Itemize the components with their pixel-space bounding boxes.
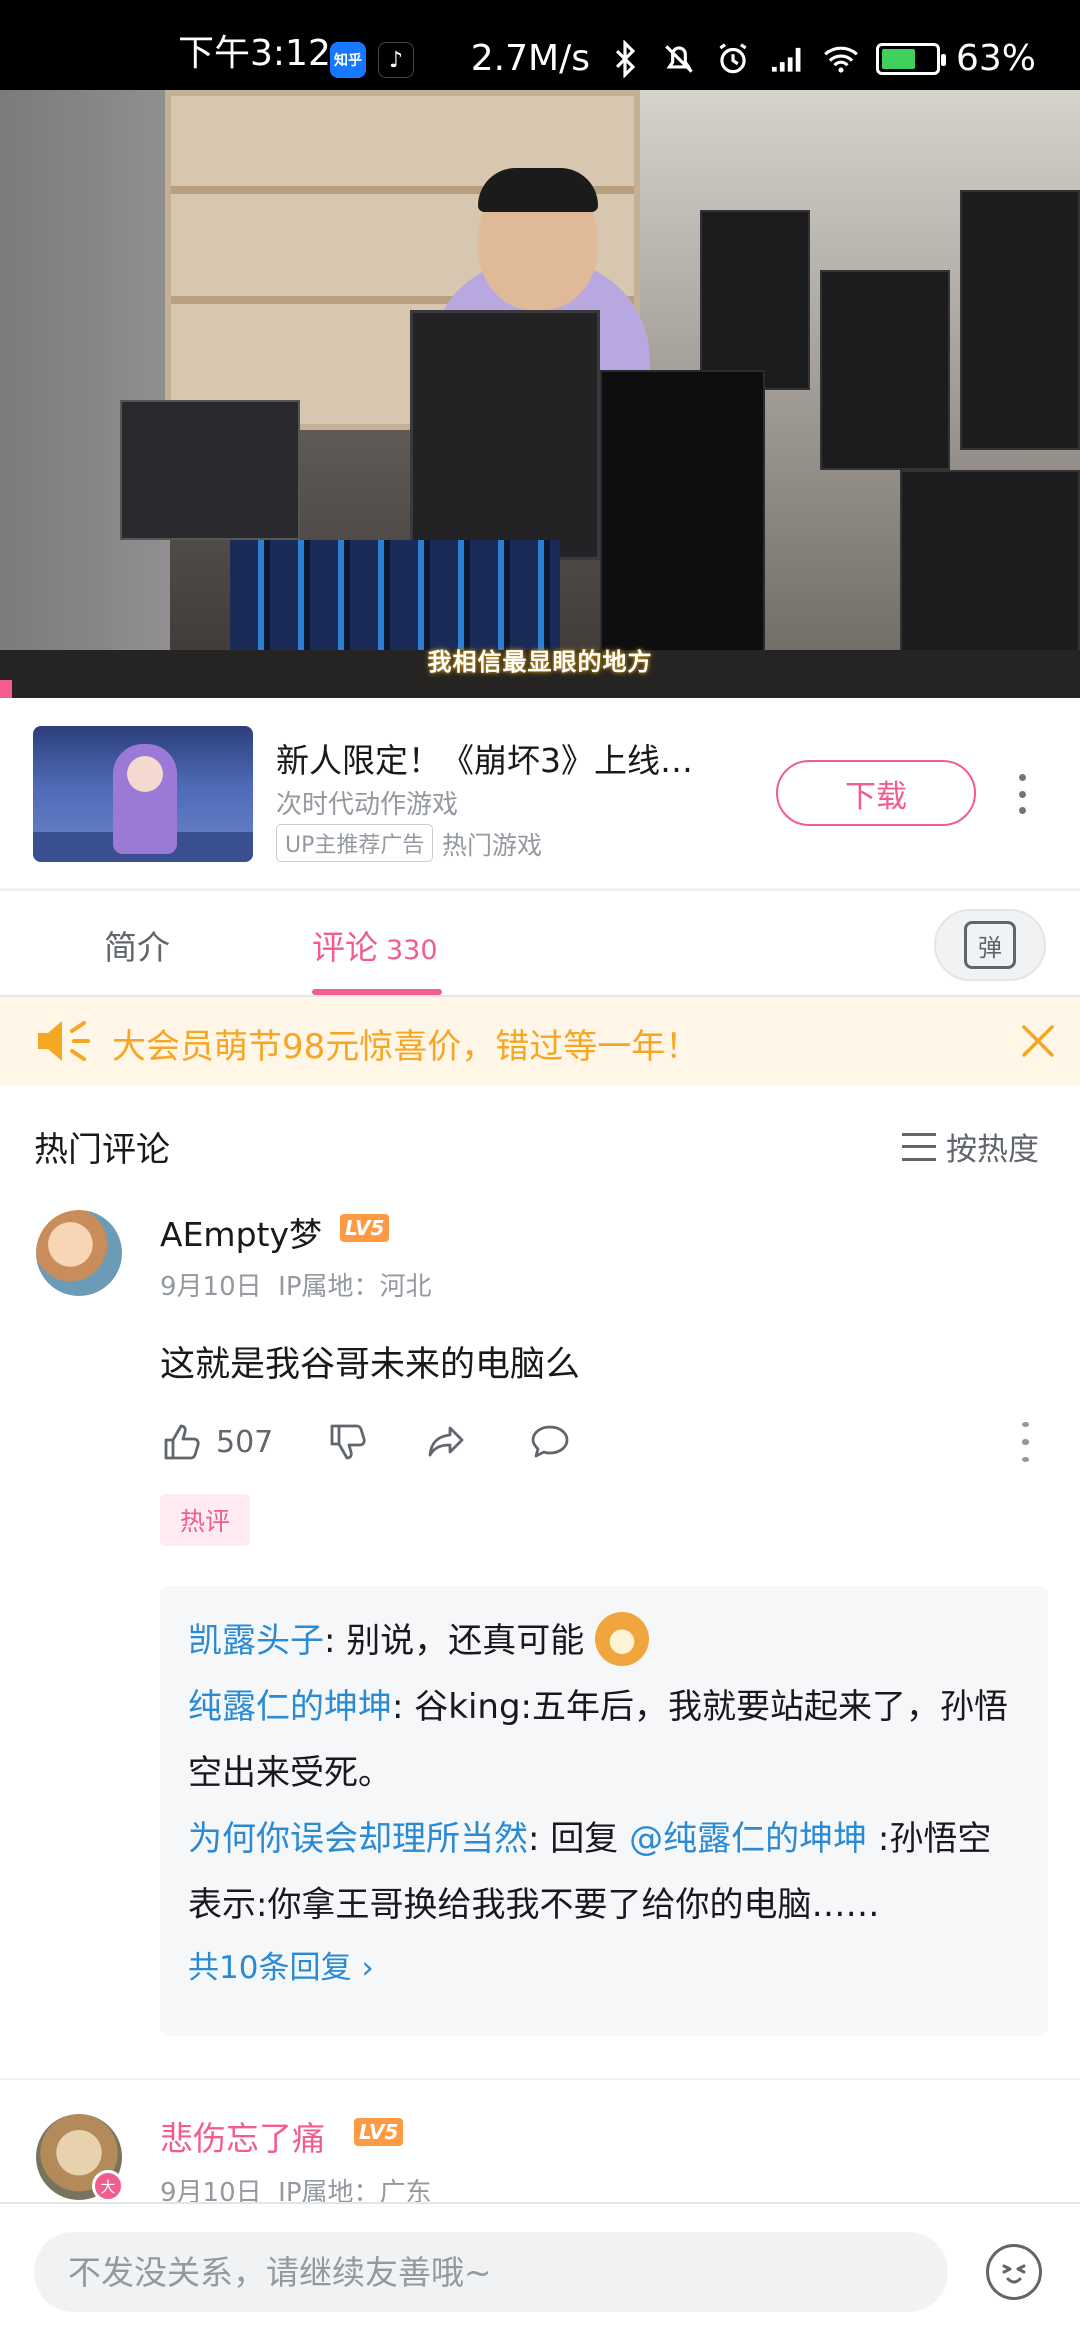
mute-icon <box>665 44 693 73</box>
thumbs-up-icon <box>164 1424 200 1460</box>
thumbs-down-icon <box>330 1424 366 1460</box>
view-more-replies-link[interactable]: 共10条回复 › <box>188 1942 1020 1987</box>
list-icon <box>902 1132 936 1161</box>
tab-bar: 简介 评论 330 弹 <box>0 891 1080 997</box>
emoji-button[interactable] <box>986 2244 1042 2300</box>
video-player[interactable]: 我相信最显眼的地方 <box>0 90 1080 698</box>
reply-text: 别说，还真可能 <box>346 1621 585 1661</box>
comment-username[interactable]: AEmpty梦 <box>160 1208 322 1256</box>
comment-meta: 9月10日 IP属地：河北 <box>160 1266 432 1303</box>
ad-title[interactable]: 新人限定！《崩坏3》上线… <box>276 734 726 782</box>
level-badge: LV5 <box>354 2118 404 2146</box>
reply-item[interactable]: 纯露仁的坤坤: 谷king:五年后，我就要站起来了，孙悟空出来受死。 <box>188 1674 1020 1806</box>
comment-actions: 507 <box>160 1418 1040 1468</box>
video-psu-box <box>120 400 300 540</box>
ad-thumbnail[interactable] <box>33 726 253 862</box>
video-pc-case <box>600 370 765 670</box>
status-icons: 2.7M/s 63% <box>471 38 1036 79</box>
comment-input-bar <box>0 2202 1080 2340</box>
progress-indicator <box>0 680 12 698</box>
tiktok-notification-icon: ♪ <box>378 42 414 78</box>
reply-username[interactable]: 凯露头子 <box>188 1621 324 1661</box>
tab-comments[interactable]: 评论 330 <box>312 921 438 969</box>
level-badge: LV5 <box>340 1214 390 1242</box>
bluetooth-icon <box>615 39 636 78</box>
comment-more-icon[interactable] <box>1020 1422 1030 1462</box>
reply-item[interactable]: 凯露头子: 别说，还真可能 <box>188 1608 1020 1674</box>
wifi-icon <box>824 46 858 73</box>
hot-comment-tag: 热评 <box>160 1494 250 1546</box>
comment-date: 9月10日 <box>160 1272 262 1302</box>
ad-category: 热门游戏 <box>442 831 543 860</box>
reply-item[interactable]: 为何你误会却理所当然: 回复 @纯露仁的坤坤 :孙悟空表示:你拿王哥换给我我不要… <box>188 1806 1020 1938</box>
like-count: 507 <box>216 1424 274 1460</box>
more-options-icon[interactable] <box>1012 774 1032 814</box>
doge-emoji-icon <box>595 1611 650 1666</box>
comment-username[interactable]: 悲伤忘了痛 <box>160 2112 325 2160</box>
avatar[interactable] <box>36 1210 122 1296</box>
active-tab-indicator <box>312 989 442 995</box>
comment-ip: IP属地：河北 <box>278 1272 432 1302</box>
promo-banner[interactable]: 大会员萌节98元惊喜价，错过等一年！ <box>0 997 1080 1085</box>
battery-icon <box>875 42 946 75</box>
chevron-right-icon: › <box>361 1950 374 1986</box>
close-icon[interactable] <box>1018 1021 1058 1061</box>
reply-button[interactable] <box>528 1418 572 1466</box>
sort-label: 按热度 <box>946 1132 1039 1168</box>
comment-input[interactable] <box>34 2232 948 2312</box>
ad-subtitle: 次时代动作游戏 <box>276 790 459 820</box>
video-motherboard-box <box>410 310 600 560</box>
like-button[interactable]: 507 <box>160 1418 273 1466</box>
comment-text[interactable]: 这就是我谷哥未来的电脑么 <box>160 1336 580 1387</box>
vip-badge: 大 <box>92 2170 124 2202</box>
ad-card[interactable]: 新人限定！《崩坏3》上线… 次时代动作游戏 UP主推荐广告 热门游戏 下载 <box>0 698 1080 888</box>
comment-bubble-icon <box>531 1425 569 1458</box>
tab-intro[interactable]: 简介 <box>104 921 170 969</box>
sort-button[interactable]: 按热度 <box>902 1124 1039 1169</box>
reply-username[interactable]: 纯露仁的坤坤 <box>188 1687 392 1727</box>
status-bar: 下午3:12 知乎 ♪ 2.7M/s 63% <box>0 0 1080 90</box>
network-speed: 2.7M/s <box>470 38 590 79</box>
zhihu-notification-icon: 知乎 <box>330 42 366 78</box>
comment-count: 330 <box>386 935 438 966</box>
alarm-icon <box>719 42 747 73</box>
speaker-icon <box>38 1021 90 1061</box>
tab-comments-label: 评论 <box>312 928 378 967</box>
section-title: 热门评论 <box>34 1130 170 1170</box>
dislike-button[interactable] <box>326 1418 370 1466</box>
mention-link[interactable]: @纯露仁的坤坤 <box>629 1819 867 1859</box>
reply-preview-box[interactable]: 凯露头子: 别说，还真可能 纯露仁的坤坤: 谷king:五年后，我就要站起来了，… <box>160 1586 1048 2036</box>
share-icon <box>428 1426 464 1457</box>
promo-text[interactable]: 大会员萌节98元惊喜价，错过等一年！ <box>112 1019 699 1068</box>
clock: 下午3:12 <box>178 33 331 74</box>
video-subtitle: 我相信最显眼的地方 <box>427 648 653 676</box>
download-button[interactable]: 下载 <box>776 760 976 826</box>
reply-username[interactable]: 为何你误会却理所当然 <box>188 1819 528 1859</box>
battery-percent: 63% <box>955 38 1036 79</box>
emoji-icon <box>1002 2264 1026 2284</box>
ad-sponsor-tag: UP主推荐广告 <box>276 824 434 862</box>
share-button[interactable] <box>424 1418 468 1466</box>
signal-icon <box>771 47 801 72</box>
danmaku-toggle-button[interactable]: 弹 <box>934 909 1046 981</box>
danmaku-off-icon: 弹 <box>964 921 1016 969</box>
